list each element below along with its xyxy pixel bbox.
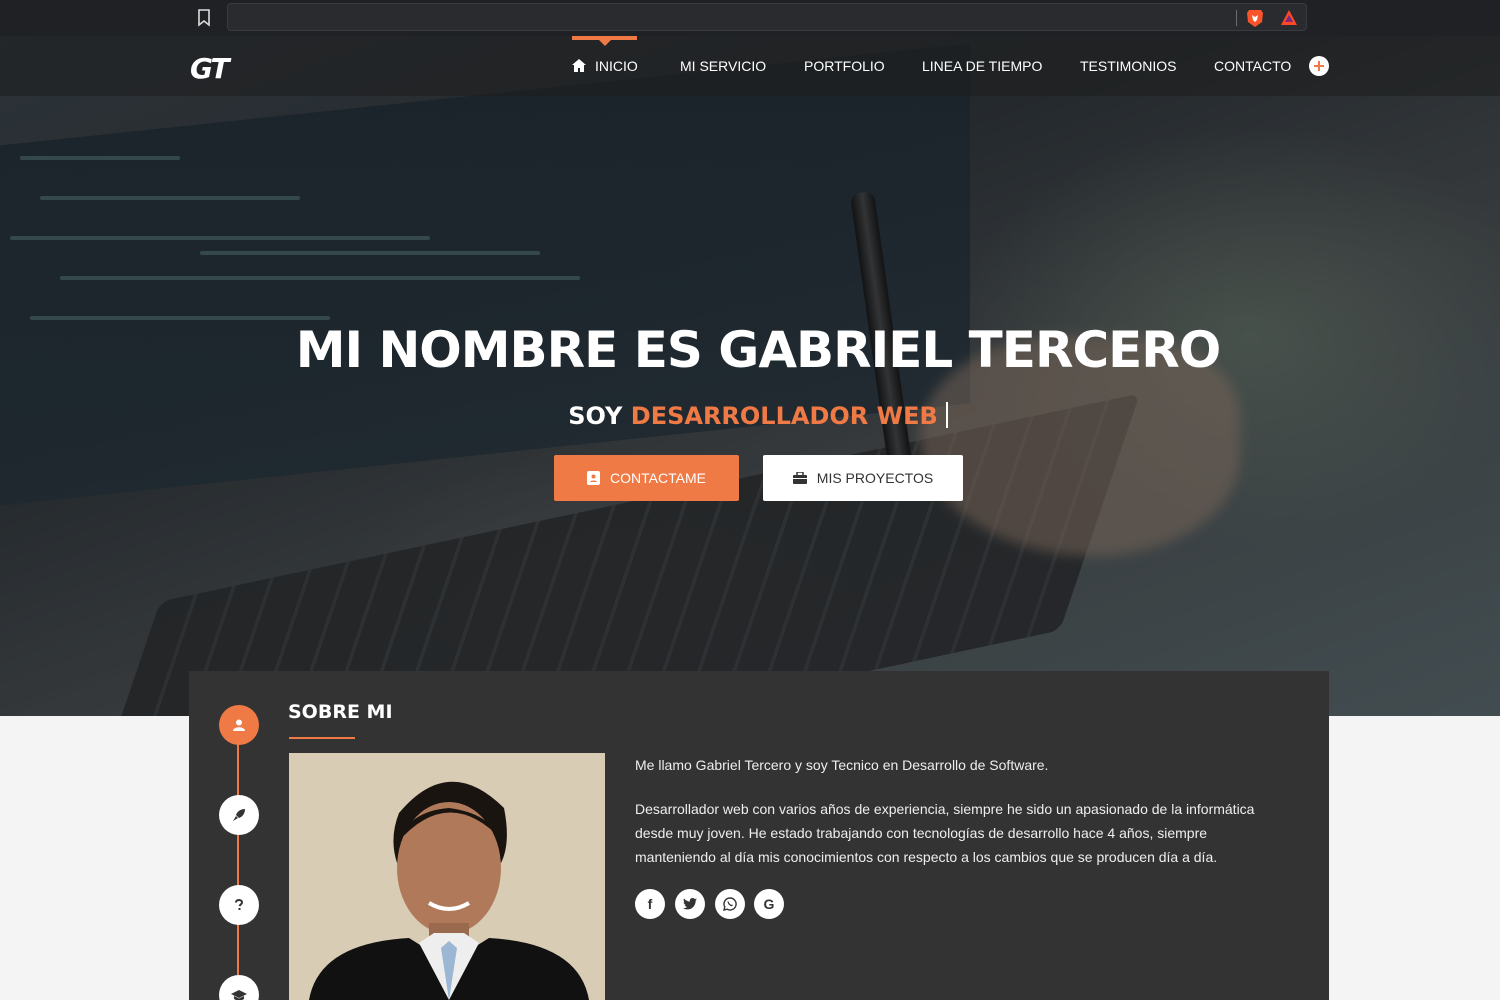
facebook-link[interactable]: f (635, 889, 665, 919)
nav-item-contacto[interactable]: CONTACTO (1214, 58, 1291, 74)
about-body: Desarrollador web con varios años de exp… (635, 797, 1305, 869)
main-navbar: GT INICIO MI SERVICIO PORTFOLIO LINEA DE… (0, 36, 1500, 96)
twitter-icon (683, 898, 697, 910)
whatsapp-icon (723, 897, 737, 911)
nav-item-linea-de-tiempo[interactable]: LINEA DE TIEMPO (922, 58, 1042, 74)
rocket-icon (233, 809, 245, 821)
whatsapp-link[interactable] (715, 889, 745, 919)
about-title-underline (289, 737, 355, 739)
briefcase-icon (792, 472, 807, 484)
facebook-icon: f (647, 896, 653, 912)
timeline-question-button[interactable] (219, 885, 259, 925)
home-icon (572, 59, 586, 72)
about-body-line: Desarrollador web con varios años de exp… (635, 801, 1255, 817)
hero-section: MI NOMBRE ES GABRIEL TERCERO SOY DESARRO… (0, 36, 1500, 716)
nav-item-mi-servicio[interactable]: MI SERVICIO (680, 58, 766, 74)
site-logo[interactable]: GT (190, 52, 230, 85)
typing-cursor (945, 402, 948, 428)
timeline-user-button[interactable] (219, 705, 259, 745)
about-title: SOBRE MI (288, 701, 393, 723)
subtitle-prefix: SOY (568, 402, 623, 430)
contact-button[interactable]: CONTACTAME (554, 455, 739, 501)
nav-item-inicio[interactable]: INICIO (595, 58, 638, 74)
about-body-line: desde muy joven. He estado trabajando co… (635, 825, 1208, 841)
hero-subtitle: SOY DESARROLLADOR WEB (0, 402, 1500, 430)
google-icon: G (763, 896, 775, 912)
graduation-cap-icon (231, 990, 247, 1000)
browser-toolbar (0, 0, 1500, 36)
about-body-line: manteniendo al día mis conocimientos con… (635, 849, 1218, 865)
user-icon (233, 719, 245, 731)
contact-button-label: CONTACTAME (610, 470, 706, 486)
profile-photo-illustration (289, 753, 605, 1000)
projects-button-label: MIS PROYECTOS (816, 470, 934, 486)
contact-book-icon (587, 471, 601, 485)
timeline-rocket-button[interactable] (219, 795, 259, 835)
timeline-line (237, 725, 239, 1000)
address-bar[interactable] (227, 3, 1307, 31)
google-link[interactable]: G (754, 889, 784, 919)
profile-photo (289, 753, 605, 1000)
bat-rewards-icon[interactable] (1280, 9, 1298, 27)
about-intro: Me llamo Gabriel Tercero y soy Tecnico e… (635, 757, 1049, 773)
bookmark-icon[interactable] (197, 9, 211, 27)
timeline-education-button[interactable] (219, 975, 259, 1000)
question-icon (235, 899, 244, 910)
nav-active-caret (599, 40, 611, 46)
nav-item-testimonios[interactable]: TESTIMONIOS (1080, 58, 1176, 74)
subtitle-accent: DESARROLLADOR WEB (630, 402, 938, 430)
nav-item-portfolio[interactable]: PORTFOLIO (804, 58, 885, 74)
about-card: SOBRE MI Me llamo Gabriel Tercero y soy … (189, 671, 1329, 1000)
hero-title: MI NOMBRE ES GABRIEL TERCERO (295, 321, 1222, 379)
twitter-link[interactable] (675, 889, 705, 919)
plus-circle-icon[interactable] (1309, 56, 1329, 76)
address-separator (1236, 10, 1237, 26)
projects-button[interactable]: MIS PROYECTOS (763, 455, 963, 501)
brave-shield-icon[interactable] (1246, 8, 1264, 28)
